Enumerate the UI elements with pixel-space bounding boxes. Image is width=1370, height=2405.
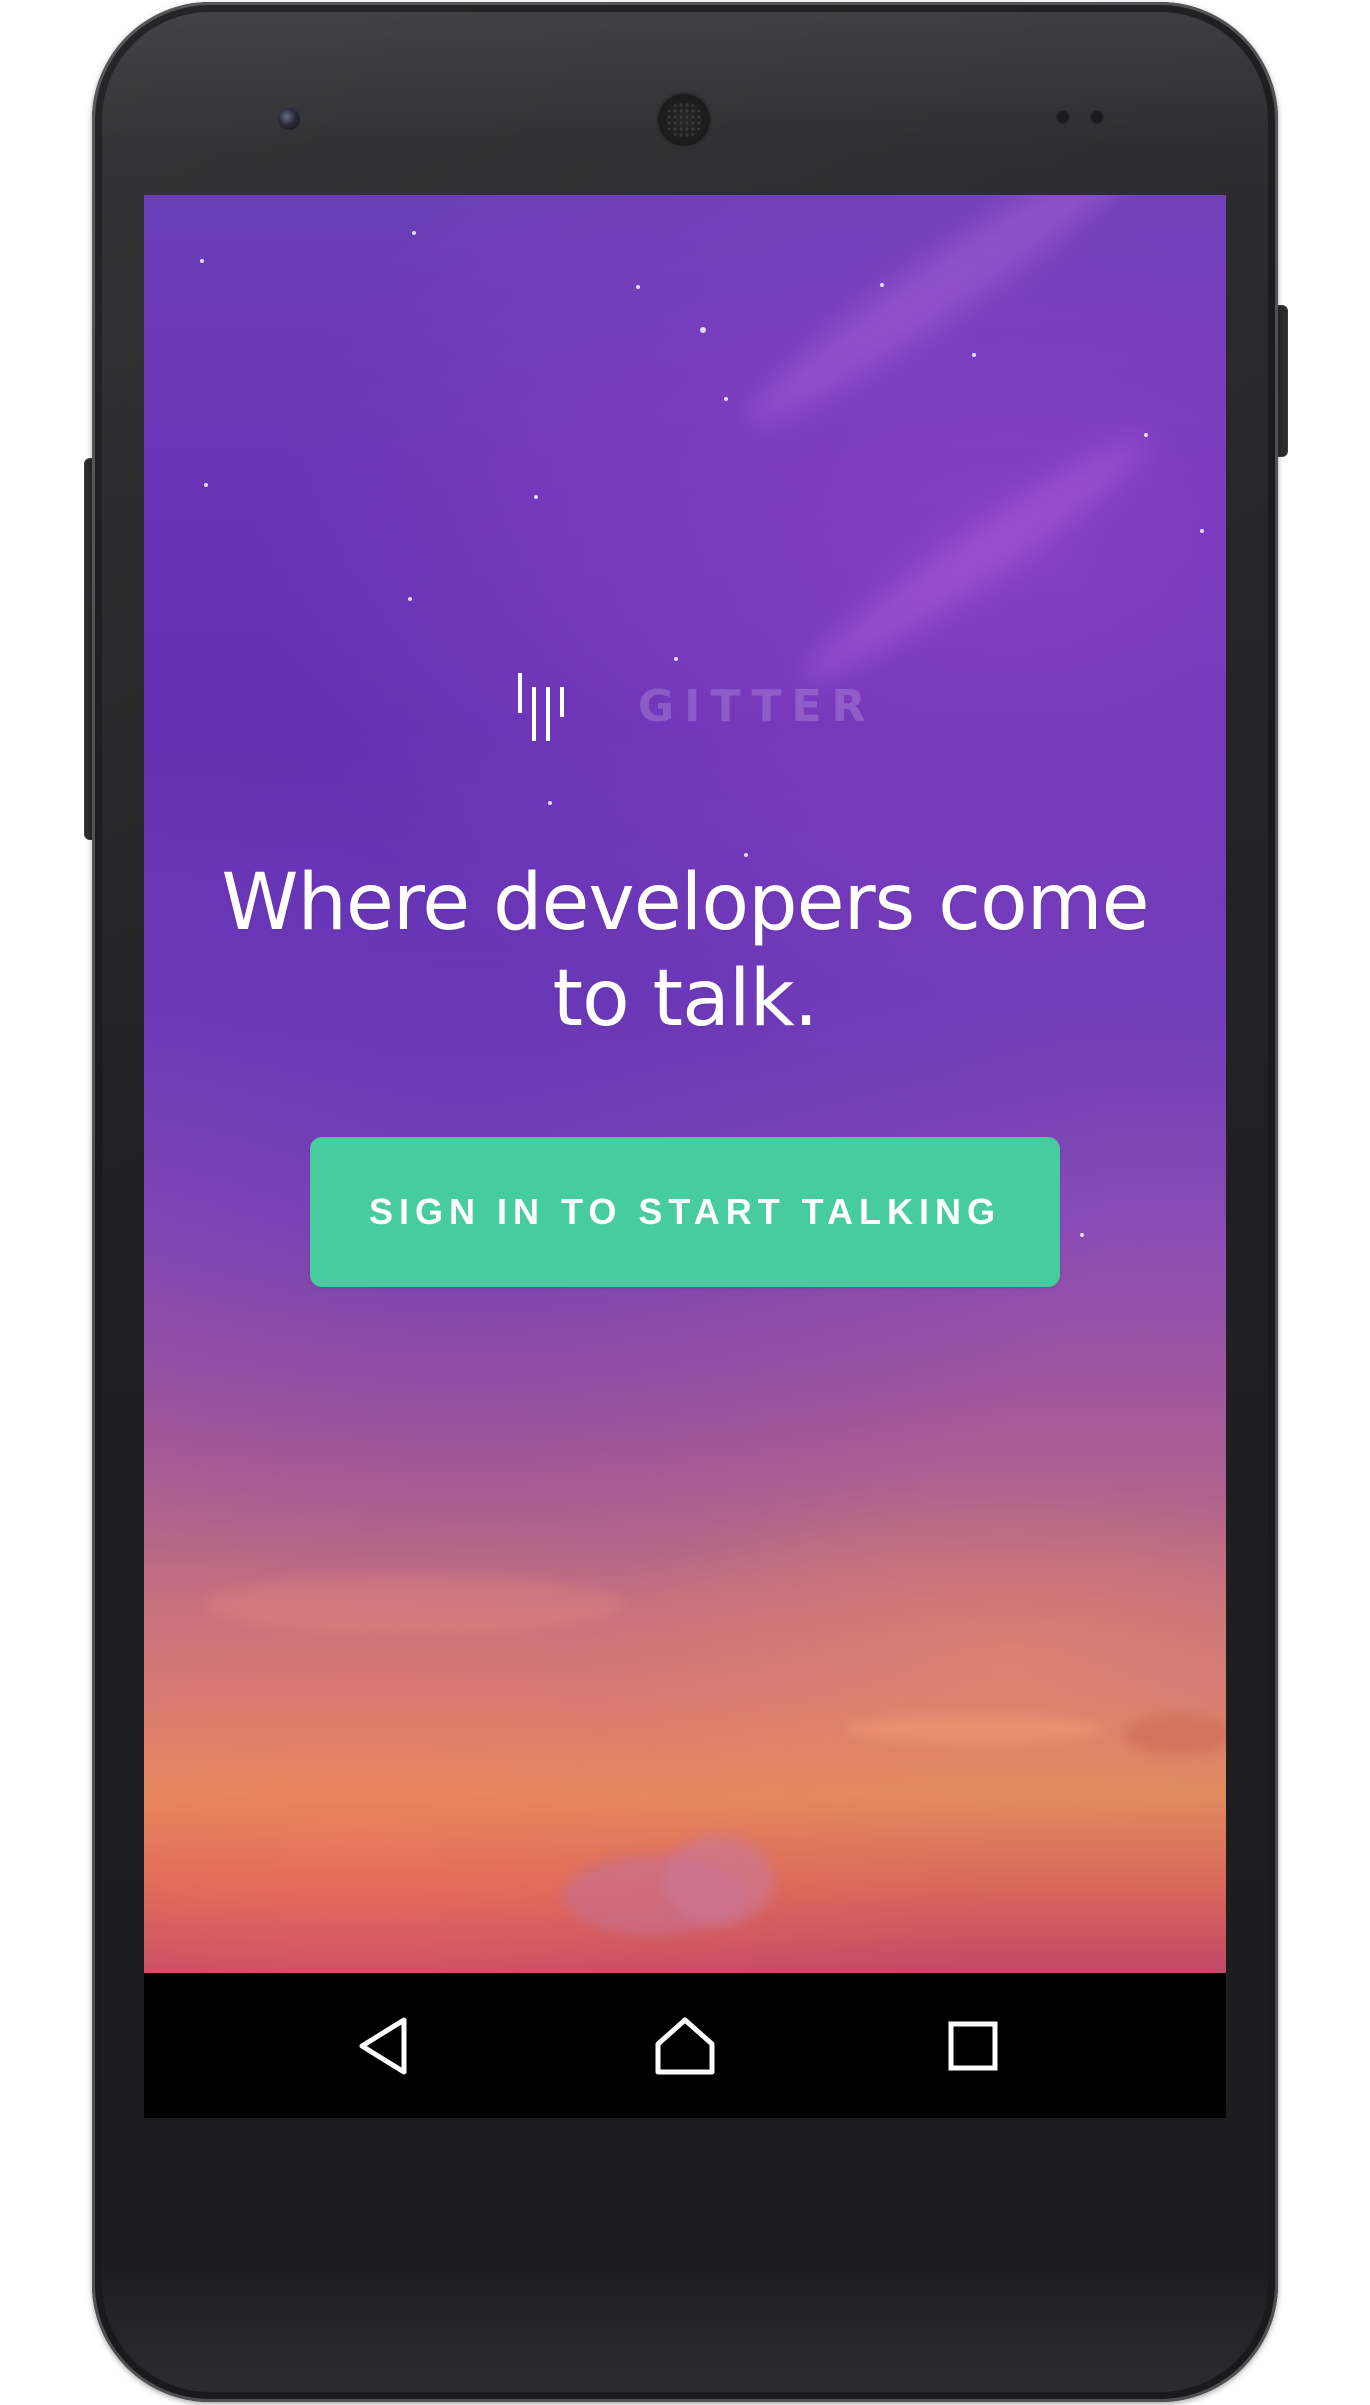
cloud-streak [730,195,1158,448]
cloud-streak [787,419,1161,701]
android-navigation-bar [144,1973,1226,2118]
star [674,657,678,661]
cloud [664,1835,774,1925]
home-icon [655,2017,715,2074]
phone-screen: GITTER Where developers come to talk. SI… [144,195,1226,2118]
sign-in-button[interactable]: SIGN IN TO START TALKING [310,1137,1060,1287]
star [880,283,884,287]
cloud [844,1715,1104,1743]
recents-icon [948,2021,998,2070]
back-button[interactable] [329,1993,439,2098]
star [636,285,640,289]
star [408,597,412,601]
gitter-logo: GITTER [516,671,865,751]
device-mockup: GITTER Where developers come to talk. SI… [0,0,1370,2405]
star [548,801,552,805]
cloud [204,1575,624,1635]
star [700,327,706,333]
earpiece-speaker [656,92,712,148]
star [1200,529,1204,533]
star [204,483,208,487]
star [972,353,976,357]
star [534,495,538,499]
proximity-sensor [1056,110,1070,124]
star [412,231,416,235]
recents-button[interactable] [918,1993,1028,2098]
front-camera [278,108,300,130]
brand-name: GITTER [638,681,876,732]
back-icon [359,2017,407,2074]
sky-wallpaper: GITTER Where developers come to talk. SI… [144,195,1226,1973]
home-button[interactable] [630,1993,740,2098]
star [200,259,204,263]
light-sensor [1090,110,1104,124]
tagline-heading: Where developers come to talk. [221,858,1149,1044]
star [724,397,728,401]
star [1144,433,1148,437]
star [1080,1233,1084,1237]
cloud [1124,1715,1226,1755]
gitter-mark-icon [518,673,564,741]
